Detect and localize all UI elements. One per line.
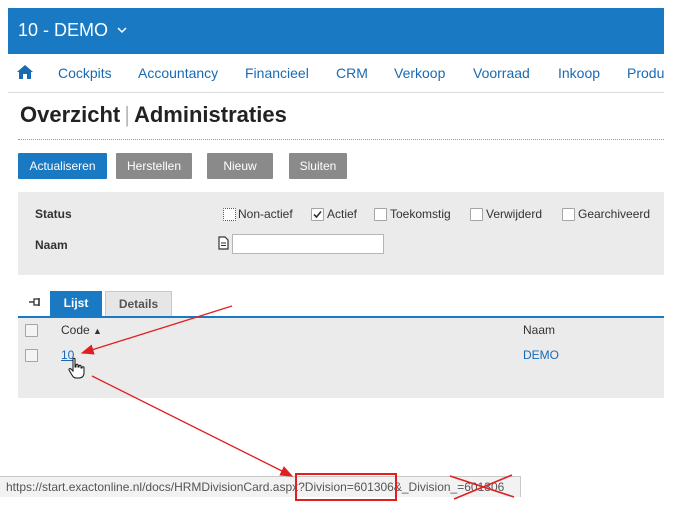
checkmark-icon <box>313 210 322 219</box>
pin-icon[interactable] <box>28 297 42 307</box>
results-grid <box>18 318 664 398</box>
row-code-link[interactable]: 10 <box>61 348 74 362</box>
nav-crm[interactable]: CRM <box>336 65 368 81</box>
home-icon[interactable] <box>16 64 34 80</box>
nav-verkoop[interactable]: Verkoop <box>394 65 445 81</box>
nav-voorraad[interactable]: Voorraad <box>473 65 530 81</box>
company-selector[interactable]: 10 - DEMO <box>18 20 108 41</box>
page-title: Overzicht | Administraties <box>20 102 287 128</box>
nav-cockpits[interactable]: Cockpits <box>58 65 112 81</box>
title-divider <box>18 139 664 140</box>
document-icon[interactable] <box>218 236 229 250</box>
checkbox-gearchiveerd-label: Gearchiveerd <box>578 207 651 221</box>
new-button[interactable]: Nieuw <box>207 153 273 179</box>
checkbox-actief-label: Actief <box>327 207 358 221</box>
title-separator: | <box>124 102 130 127</box>
checkbox-toekomstig-label: Toekomstig <box>390 207 451 221</box>
refresh-button[interactable]: Actualiseren <box>18 153 107 179</box>
status-url-division: Division=601306 <box>304 480 394 494</box>
chevron-down-icon[interactable] <box>116 25 128 35</box>
column-header-code[interactable]: Code ▲ <box>61 323 102 337</box>
checkbox-verwijderd[interactable] <box>470 208 483 221</box>
name-input[interactable] <box>232 234 384 254</box>
nav-inkoop[interactable]: Inkoop <box>558 65 600 81</box>
name-label: Naam <box>35 238 68 252</box>
column-header-code-label: Code <box>61 323 90 337</box>
checkbox-toekomstig[interactable] <box>374 208 387 221</box>
top-bar: 10 - DEMO <box>8 8 664 54</box>
page-title-overview: Overzicht <box>20 102 121 127</box>
filter-panel-footer <box>18 268 664 275</box>
select-all-checkbox[interactable] <box>25 324 38 337</box>
checkbox-non-actief-label: Non-actief <box>238 207 293 221</box>
main-nav: Cockpits Accountancy Financieel CRM Verk… <box>8 54 664 93</box>
nav-productie[interactable]: Produ <box>627 65 664 81</box>
checkbox-actief[interactable] <box>311 208 324 221</box>
status-label: Status <box>35 207 72 221</box>
tab-details[interactable]: Details <box>105 291 172 316</box>
status-url-division-underscore: _Division_=601306 <box>401 480 505 494</box>
row-checkbox[interactable] <box>25 349 38 362</box>
page-title-main: Administraties <box>133 102 287 127</box>
status-url: https://start.exactonline.nl/docs/HRMDiv… <box>6 480 504 494</box>
close-button[interactable]: Sluiten <box>289 153 347 179</box>
column-header-naam[interactable]: Naam <box>523 323 555 337</box>
sort-ascending-icon: ▲ <box>93 326 102 336</box>
checkbox-non-actief[interactable] <box>223 208 236 221</box>
filter-panel <box>18 192 664 268</box>
restore-button[interactable]: Herstellen <box>116 153 192 179</box>
checkbox-verwijderd-label: Verwijderd <box>486 207 543 221</box>
tab-lijst[interactable]: Lijst <box>50 291 102 316</box>
nav-accountancy[interactable]: Accountancy <box>138 65 218 81</box>
status-url-prefix: https://start.exactonline.nl/docs/HRMDiv… <box>6 480 305 494</box>
checkbox-gearchiveerd[interactable] <box>562 208 575 221</box>
nav-financieel[interactable]: Financieel <box>245 65 309 81</box>
status-url-ampersand: & <box>393 480 402 494</box>
row-name-link[interactable]: DEMO <box>523 348 559 362</box>
